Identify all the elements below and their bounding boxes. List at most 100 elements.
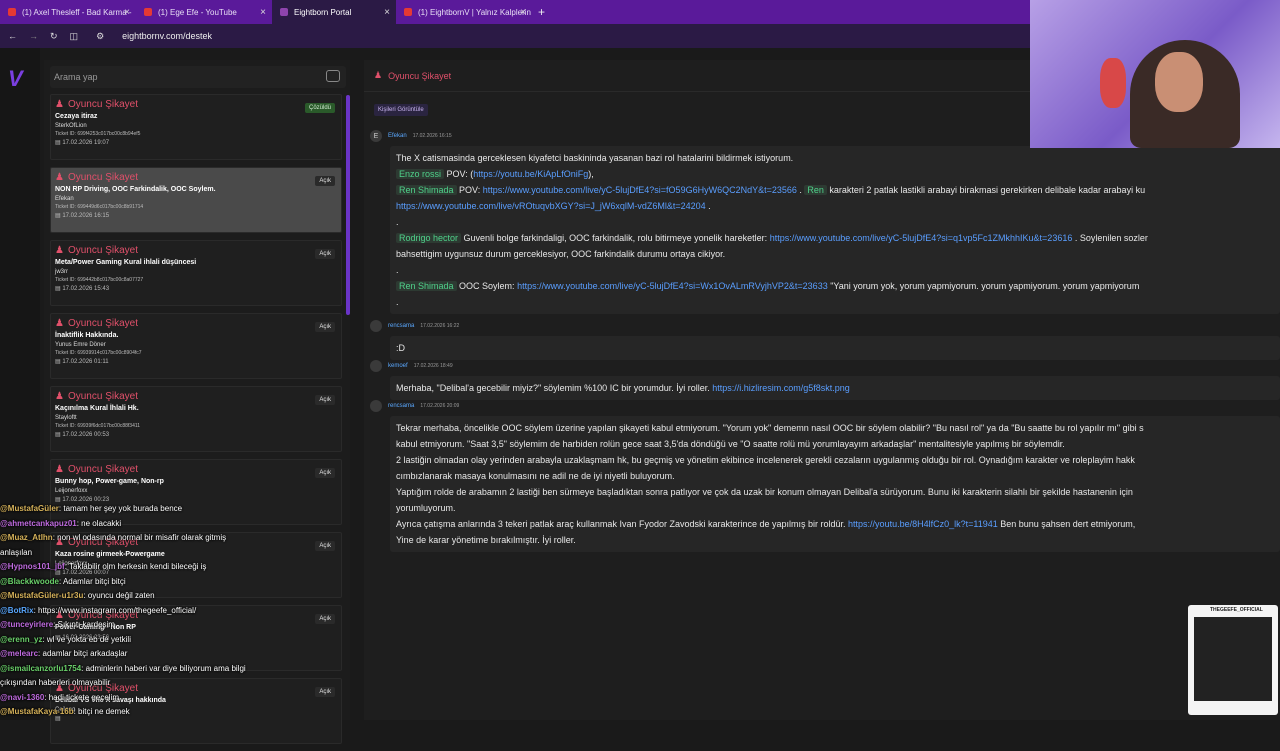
chat-text: : oyuncu değil zaten bbox=[83, 591, 155, 600]
message-link[interactable]: https://www.youtube.com/live/yC-5lujDfE4… bbox=[770, 233, 1073, 243]
sidebar-toggle-icon[interactable]: ◫ bbox=[70, 31, 79, 42]
message-line: Merhaba, "Delibal'a gecebilir miyiz?" sö… bbox=[396, 380, 1274, 396]
message-link[interactable]: https://www.youtube.com/live/yC-5lujDfE4… bbox=[517, 281, 828, 291]
ticket-type: Oyuncu Şikayet bbox=[67, 391, 139, 402]
message-text: Ayrıca çatışma anlarında 3 tekeri patlak… bbox=[396, 519, 849, 529]
message-line: :D bbox=[396, 340, 1274, 356]
ticket-date: ▤ 17.02.2026 19:07 bbox=[55, 139, 337, 146]
filter-icon[interactable] bbox=[326, 70, 340, 82]
message-link[interactable]: https://www.youtube.com/live/vROtuqvbXGY… bbox=[396, 201, 706, 211]
status-badge: Çözüldü bbox=[304, 103, 335, 113]
tab-label: (1) Ege Efe - YouTube bbox=[158, 7, 237, 17]
close-tab-icon[interactable]: × bbox=[520, 7, 526, 18]
message-author[interactable]: Efekan bbox=[388, 133, 407, 139]
user-complaint-icon: ♟ bbox=[374, 70, 383, 80]
chat-username: @Blackkwoode bbox=[0, 576, 59, 586]
ticket-title: ♟ Oyuncu Şikayet bbox=[55, 318, 337, 329]
message-author[interactable]: rencsama bbox=[388, 323, 414, 329]
ticket-card[interactable]: ♟ Oyuncu Şikayet İnaktiflik Hakkında. Yunus… bbox=[50, 313, 342, 379]
stream-chat-line: @Muaz_AtIhn: non wl odasında normal bir … bbox=[0, 531, 360, 546]
message-text: . bbox=[705, 201, 711, 211]
ticket-id: Ticket ID: 699442b8c017bc00c8a07727 bbox=[55, 277, 144, 283]
message-text: Yaptığım rolde de arabamın 2 lastiği ben… bbox=[396, 487, 1133, 497]
ticket-header-title: Oyuncu Şikayet bbox=[388, 70, 452, 81]
status-badge: Açık bbox=[315, 176, 335, 186]
avatar: E bbox=[370, 130, 382, 142]
new-tab-button[interactable]: + bbox=[538, 5, 545, 19]
ticket-id: Ticket ID: 69939f6dc017bc00c88f3411 bbox=[55, 423, 141, 429]
message-link[interactable]: https://www.youtube.com/live/yC-5lujDfE4… bbox=[483, 185, 797, 195]
chat-text: : Sıkıntı kardeşim bbox=[53, 620, 115, 629]
message-line: . bbox=[396, 262, 1274, 278]
ticket-title: ♟ Oyuncu Şikayet bbox=[55, 172, 337, 183]
search-placeholder: Arama yap bbox=[54, 72, 98, 82]
chat-text: : adamlar bitçi arkadaşlar bbox=[38, 649, 128, 658]
chat-username: @Hypnos101_jbf bbox=[0, 562, 65, 571]
status-badge: Açık bbox=[315, 322, 335, 332]
character-tag: Rodrigo hector bbox=[396, 233, 462, 243]
forward-icon[interactable]: → bbox=[29, 31, 38, 41]
message-header: kemoef 17.02.2026 18:49 bbox=[370, 360, 1280, 372]
view-people-button[interactable]: Kişileri Görüntüle bbox=[374, 104, 428, 116]
chat-username: @ismailcanzorlu1754 bbox=[0, 663, 82, 673]
message-date: 17.02.2026 20:09 bbox=[420, 403, 460, 409]
message-line: Tekrar merhaba, öncelikle OOC söylem üze… bbox=[396, 420, 1274, 436]
close-tab-icon[interactable]: × bbox=[260, 7, 266, 18]
ticket-type: Oyuncu Şikayet bbox=[67, 318, 139, 329]
ticket-date-value: 17.02.2026 19:07 bbox=[62, 140, 110, 146]
ticket-subject: Kaçınılma Kural İhlali Hk. bbox=[55, 405, 139, 412]
url-field[interactable]: eightbornv.com/destek bbox=[122, 31, 212, 41]
stream-chat-line: @ismailcanzorlu1754: adminlerin haberi v… bbox=[0, 662, 360, 677]
instagram-overlay: THEGEEFE_OFFICIAL bbox=[1188, 605, 1278, 715]
search-input[interactable]: Arama yap bbox=[50, 66, 346, 88]
browser-tab-bar: (1) Axel Thesleff - Bad Karma - × (1) Ege … bbox=[0, 0, 1030, 24]
ticket-card[interactable]: ♟ Oyuncu Şikayet NON RP Driving, OOC Farki… bbox=[50, 167, 342, 233]
stream-chat-line: @Blackkwoode: Adamlar bitçi bitçi bbox=[0, 575, 360, 590]
stream-chat-line: @MustafaGüler-u1r3u: oyuncu değil zaten bbox=[0, 589, 360, 604]
chat-text: : ne olacakki bbox=[76, 518, 122, 528]
chat-message: rencsama 17.02.2026 16:22:D bbox=[370, 320, 1280, 360]
chat-text: : wl ve yokta eb de yetkili bbox=[42, 634, 131, 644]
site-info-icon[interactable]: ⚙ bbox=[96, 31, 104, 42]
message-line: Yaptığım rolde de arabamın 2 lastiği ben… bbox=[396, 484, 1274, 500]
stream-chat-line: @erenn_yz: wl ve yokta eb de yetkili bbox=[0, 633, 360, 648]
message-text: Ben bunu şahsen dert etmiyorum, bbox=[997, 519, 1136, 529]
ticket-title: ♟ Oyuncu Şikayet bbox=[55, 464, 337, 475]
stream-chat-line: @MustafaKaya-16b: bitçi ne demek bbox=[0, 705, 360, 720]
chat-text: çıkışından haberleri olmayabilir bbox=[0, 678, 111, 687]
browser-tab[interactable]: (1) EightbornV | Yalnız Kalplerin × bbox=[396, 0, 532, 24]
back-icon[interactable]: ← bbox=[8, 31, 17, 41]
close-tab-icon[interactable]: × bbox=[384, 7, 390, 18]
user-complaint-icon: ♟ bbox=[55, 391, 64, 402]
message-link[interactable]: https://youtu.be/8H4lfCz0_lk?t=11941 bbox=[848, 519, 998, 529]
sidebar-scrollbar[interactable] bbox=[346, 95, 350, 315]
instagram-handle: THEGEEFE_OFFICIAL bbox=[1210, 607, 1263, 613]
ticket-title: ♟ Oyuncu Şikayet bbox=[55, 99, 337, 110]
message-date: 17.02.2026 16:15 bbox=[412, 133, 452, 139]
browser-tab[interactable]: (1) Ege Efe - YouTube × bbox=[136, 0, 272, 24]
message-link[interactable]: https://i.hizliresim.com/g5f8skt.png bbox=[712, 383, 850, 393]
browser-tab[interactable]: (1) Axel Thesleff - Bad Karma - × bbox=[0, 0, 136, 24]
message-link[interactable]: https://youtu.be/KiApLfOniFg bbox=[473, 169, 588, 179]
message-author[interactable]: rencsama bbox=[388, 403, 414, 409]
reload-icon[interactable]: ↻ bbox=[50, 31, 58, 42]
chat-username: @erenn_yz bbox=[0, 634, 43, 644]
message-line: . bbox=[396, 214, 1274, 230]
ticket-card[interactable]: ♟ Oyuncu Şikayet Meta/Power Gaming Kural i… bbox=[50, 240, 342, 306]
chat-username: @tunceyirlere bbox=[0, 620, 54, 629]
ticket-subject: Bunny hop, Power-game, Non-rp bbox=[55, 478, 164, 485]
chat-text: : adminlerin haberi var diye biliyorum a… bbox=[81, 663, 246, 673]
ticket-user: Leijonerfoxx bbox=[55, 488, 88, 494]
message-text: :D bbox=[396, 343, 405, 353]
message-author[interactable]: kemoef bbox=[388, 363, 408, 369]
ticket-card[interactable]: ♟ Oyuncu Şikayet Kaçınılma Kural İhlali Hk… bbox=[50, 386, 342, 452]
ticket-card[interactable]: ♟ Oyuncu Şikayet Cezaya itiraz SterkOfLion T… bbox=[50, 94, 342, 160]
stream-chat-line: çıkışından haberleri olmayabilir bbox=[0, 676, 360, 691]
stream-chat-line: @MustafaGüler: tamam her şey yok burada … bbox=[0, 502, 360, 517]
close-tab-icon[interactable]: × bbox=[124, 7, 130, 18]
browser-tab[interactable]: Eightborn Portal × bbox=[272, 0, 396, 24]
chat-text: : non wl odasında normal bir misafir ola… bbox=[52, 533, 227, 542]
eightborn-logo[interactable]: V bbox=[8, 66, 23, 92]
tab-label: Eightborn Portal bbox=[294, 7, 352, 17]
chat-username: @navi-1360 bbox=[0, 692, 45, 702]
